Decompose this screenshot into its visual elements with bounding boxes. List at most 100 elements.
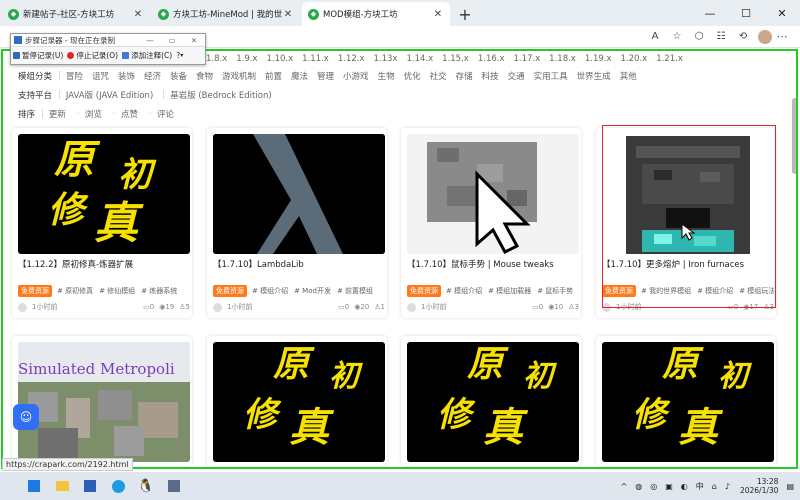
sort-option[interactable]: 更新: [49, 108, 66, 120]
more-icon[interactable]: ⋯: [772, 30, 792, 43]
category-filter-item[interactable]: 优化: [404, 70, 421, 82]
mod-tag[interactable]: # 模组介绍: [446, 286, 482, 296]
tray-overflow-icon[interactable]: ^: [621, 482, 628, 491]
tab-close-icon[interactable]: ✕: [282, 9, 294, 20]
tray-app-icon[interactable]: ◐: [681, 482, 688, 491]
mod-card-title[interactable]: 【1.12.2】原初修真-炼器扩展: [18, 258, 190, 270]
close-window-button[interactable]: ✕: [764, 0, 800, 26]
tab-mod-list[interactable]: ◆ MOD模组-方块工坊 ✕: [302, 2, 450, 26]
version-filter-item[interactable]: 1.17.x: [514, 54, 541, 64]
volume-icon[interactable]: ♪: [725, 482, 730, 491]
version-filter-item[interactable]: 1.11.x: [302, 54, 329, 64]
steps-recorder-taskbar-icon[interactable]: [160, 472, 188, 500]
mod-tag[interactable]: # 模组玩法: [739, 286, 774, 296]
category-filter-item[interactable]: 魔法: [291, 70, 308, 82]
category-filter-item[interactable]: 存储: [456, 70, 473, 82]
store-icon[interactable]: [76, 472, 104, 500]
category-filter-item[interactable]: 管理: [317, 70, 334, 82]
version-filter-item[interactable]: 1.8.x: [206, 54, 227, 64]
category-filter-item[interactable]: 世界生成: [577, 70, 611, 82]
mod-thumbnail[interactable]: 原 初 修 真: [18, 134, 190, 254]
category-filter-item[interactable]: 装饰: [118, 70, 135, 82]
category-filter-item[interactable]: 交通: [508, 70, 525, 82]
assistant-bot-button[interactable]: ☺: [13, 404, 39, 430]
mod-tag[interactable]: # 模组介绍: [252, 286, 288, 296]
stop-record-button[interactable]: 停止记录(O): [67, 50, 118, 61]
tab-close-icon[interactable]: ✕: [432, 9, 444, 20]
author-avatar[interactable]: [407, 302, 416, 312]
category-filter-item[interactable]: 社交: [430, 70, 447, 82]
category-filter-item[interactable]: 科技: [482, 70, 499, 82]
category-filter-item[interactable]: 食物: [196, 70, 213, 82]
mod-card[interactable]: 原 初 修 真: [401, 336, 581, 466]
sort-option[interactable]: 浏览: [85, 108, 102, 120]
mod-tag[interactable]: # Mod开发: [294, 286, 331, 296]
pause-record-button[interactable]: 暂停记录(U): [13, 50, 63, 61]
mod-tag[interactable]: # 鼠标手势: [537, 286, 573, 296]
history-icon[interactable]: ⟲: [732, 31, 754, 42]
version-filter-item[interactable]: 1.19.x: [585, 54, 612, 64]
sort-option[interactable]: 评论: [157, 108, 174, 120]
category-filter-item[interactable]: 小游戏: [343, 70, 369, 82]
mod-card-title[interactable]: 【1.7.10】鼠标手势 | Mouse tweaks: [407, 258, 579, 270]
tab-new-post[interactable]: ◆ 新建帖子-社区-方块工坊 ✕: [2, 2, 150, 26]
category-filter-item[interactable]: 冒险: [66, 70, 83, 82]
version-filter-item[interactable]: 1.16.x: [478, 54, 505, 64]
version-filter-item[interactable]: 1.21.x: [656, 54, 683, 64]
version-filter-item[interactable]: 1.14.x: [406, 54, 433, 64]
profile-avatar[interactable]: [758, 29, 772, 44]
mod-tag[interactable]: # 我的世界模组: [641, 286, 691, 296]
tray-app-icon[interactable]: ◎: [650, 482, 657, 491]
help-button[interactable]: ? ▾: [176, 51, 183, 60]
mod-tag[interactable]: # 模组加载器: [488, 286, 531, 296]
mod-thumbnail[interactable]: 原 初 修 真: [602, 342, 774, 462]
windows-start-icon[interactable]: [20, 472, 48, 500]
version-filter-item[interactable]: 1.12.x: [338, 54, 365, 64]
add-comment-button[interactable]: 添加注释(C): [122, 50, 172, 61]
category-filter-item[interactable]: 其他: [620, 70, 637, 82]
category-filter-item[interactable]: 诅咒: [92, 70, 109, 82]
network-icon[interactable]: ⌂: [712, 482, 717, 491]
maximize-button[interactable]: ☐: [728, 0, 764, 26]
extensions-icon[interactable]: ⬡: [688, 31, 710, 42]
category-filter-item[interactable]: 生物: [378, 70, 395, 82]
taskbar-clock[interactable]: 13:28 2026/1/30: [740, 477, 778, 495]
author-avatar[interactable]: [213, 302, 222, 312]
recorder-minimize-button[interactable]: —: [139, 36, 161, 45]
tray-app-icon[interactable]: ◍: [635, 482, 642, 491]
mod-thumbnail[interactable]: 原 初 修 真: [213, 342, 385, 462]
mod-card[interactable]: 【1.7.10】LambdaLib 免费资源 # 模组介绍 # Mod开发 # …: [207, 128, 387, 318]
mod-card[interactable]: Simulated Metropoli: [12, 336, 192, 466]
mod-tag[interactable]: # 原初修真: [57, 286, 93, 296]
qq-icon[interactable]: 🐧: [132, 472, 160, 500]
ime-indicator[interactable]: 中: [696, 481, 704, 492]
file-explorer-icon[interactable]: [48, 472, 76, 500]
mod-tag[interactable]: # 修仙模组: [99, 286, 135, 296]
edge-browser-icon[interactable]: [104, 472, 132, 500]
tab-close-icon[interactable]: ✕: [132, 9, 144, 20]
category-filter-item[interactable]: 游戏机制: [222, 70, 256, 82]
version-filter-item[interactable]: 1.15.x: [442, 54, 469, 64]
category-filter-item[interactable]: 前置: [265, 70, 282, 82]
mod-tag[interactable]: # 前置模组: [337, 286, 373, 296]
mod-card[interactable]: 原 初 修 真: [596, 336, 776, 466]
category-filter-item[interactable]: 装备: [170, 70, 187, 82]
new-tab-button[interactable]: +: [454, 3, 476, 25]
category-filter-item[interactable]: 实用工具: [534, 70, 568, 82]
read-aloud-icon[interactable]: A: [644, 31, 666, 42]
mod-card[interactable]: 原 初 修 真 【1.12.2】原初修真-炼器扩展 免费资源 # 原初修真 # …: [12, 128, 192, 318]
mod-card-title[interactable]: 【1.7.10】更多熔炉 | Iron furnaces: [602, 258, 774, 270]
platform-filter-item[interactable]: 基岩版 (Bedrock Edition): [170, 89, 272, 101]
collections-icon[interactable]: ☷: [710, 31, 732, 42]
version-filter-item[interactable]: 1.18.x: [549, 54, 576, 64]
category-filter-item[interactable]: 经济: [144, 70, 161, 82]
tab-minemod-home[interactable]: ◆ 方块工坊-MineMod | 我的世界玩家社区 ✕: [152, 2, 300, 26]
recorder-restore-button[interactable]: ▭: [161, 36, 183, 45]
version-filter-item[interactable]: 1.20.x: [621, 54, 648, 64]
recorder-titlebar[interactable]: 步骤记录器 - 现在正在录制 — ▭ ✕: [11, 34, 205, 47]
mod-thumbnail[interactable]: [213, 134, 385, 254]
platform-filter-item[interactable]: JAVA版 (JAVA Edition): [66, 89, 153, 101]
version-filter-item[interactable]: 1.10.x: [267, 54, 294, 64]
mod-thumbnail[interactable]: Simulated Metropoli: [18, 342, 190, 462]
sort-option[interactable]: 点赞: [121, 108, 138, 120]
